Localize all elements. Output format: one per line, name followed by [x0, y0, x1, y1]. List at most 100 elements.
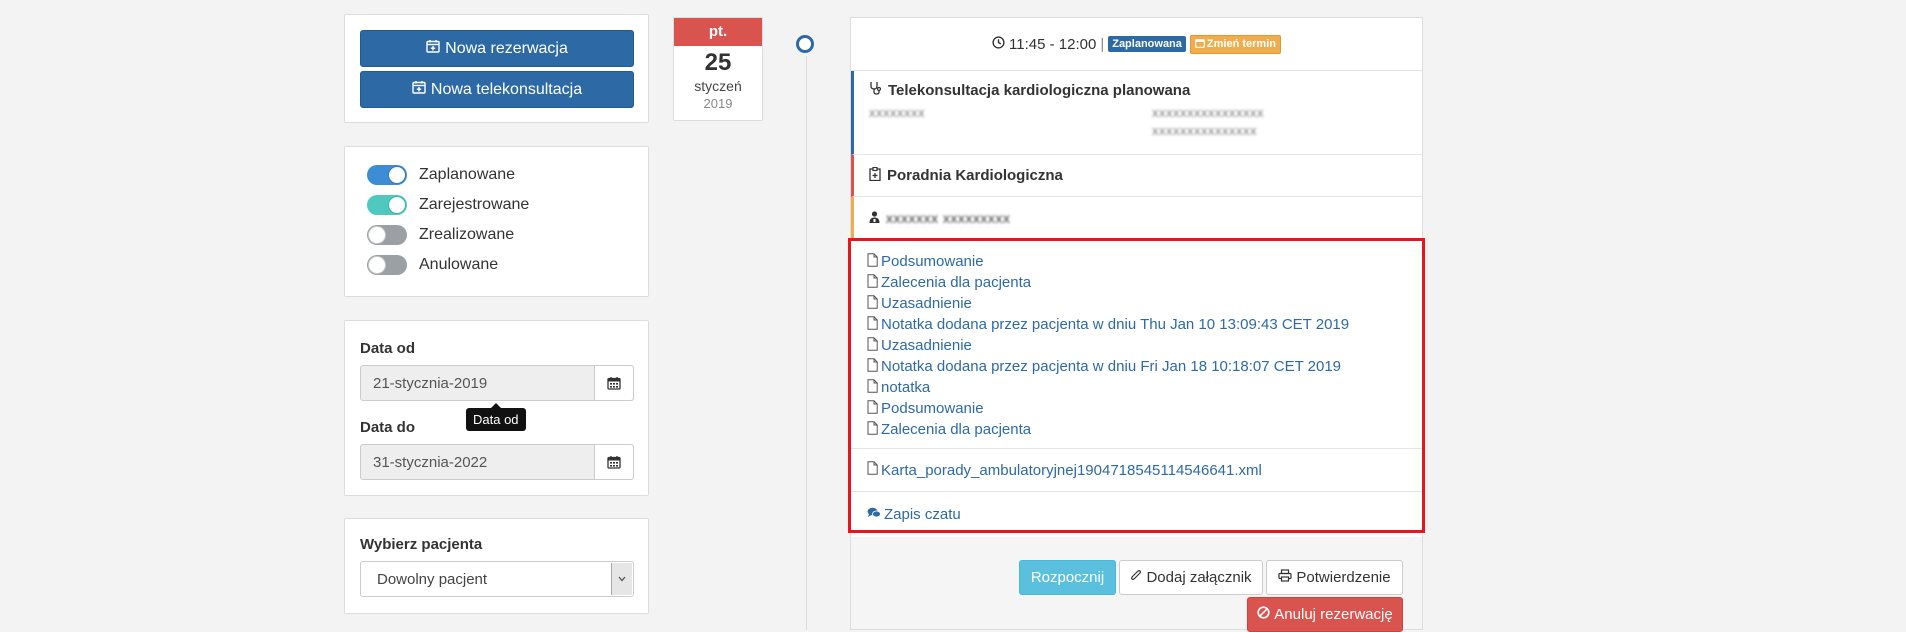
- document-link-label[interactable]: Podsumowanie: [881, 400, 984, 417]
- new-reservation-button[interactable]: Nowa rezerwacja: [360, 30, 634, 67]
- file-icon: [867, 399, 878, 418]
- status-filters-panel: Zaplanowane Zarejestrowane Zrealizowane …: [344, 146, 649, 297]
- filter-completed[interactable]: Zrealizowane: [367, 224, 514, 246]
- documents-section: Podsumowanie Zalecenia dla pacjenta Uzas…: [851, 240, 1422, 449]
- file-icon: [867, 461, 878, 479]
- document-link[interactable]: Podsumowanie: [867, 251, 1422, 272]
- file-icon: [867, 252, 878, 271]
- confirmation-label: Potwierdzenie: [1296, 569, 1391, 586]
- date-to-label: Data do: [360, 419, 416, 436]
- attachment-link[interactable]: Karta_porady_ambulatoryjnej1904718545114…: [867, 460, 1262, 481]
- document-link[interactable]: Zalecenia dla pacjenta: [867, 419, 1422, 440]
- document-link-label[interactable]: Podsumowanie: [881, 253, 984, 270]
- clinic-icon: [869, 166, 881, 185]
- file-icon: [867, 294, 878, 313]
- document-link-label[interactable]: Uzasadnienie: [881, 337, 972, 354]
- clinic-row: Poradnia Kardiologiczna: [869, 166, 1063, 185]
- event-title: Telekonsultacja kardiologiczna planowana: [888, 81, 1191, 99]
- patient-select[interactable]: Dowolny pacjent: [360, 561, 634, 597]
- ban-icon: [1257, 606, 1270, 623]
- patient-selected-value: Dowolny pacjent: [377, 570, 488, 588]
- new-teleconsultation-button[interactable]: Nowa telekonsultacja: [360, 71, 634, 108]
- patient-details-redacted-2: xxxxxxxxxxxxxxx: [1152, 123, 1257, 138]
- document-link-label[interactable]: Notatka dodana przez pacjenta w dniu Fri…: [881, 358, 1341, 375]
- time-separator: |: [1100, 35, 1105, 53]
- date-from-tooltip: Data od: [466, 403, 526, 431]
- event-time: 11:45 - 12:00: [1009, 35, 1097, 53]
- doctor-icon: [869, 210, 880, 227]
- cancel-reservation-button[interactable]: Anuluj rezerwację: [1247, 597, 1403, 632]
- patient-label: Wybierz pacjenta: [360, 536, 483, 553]
- event-type-section: Telekonsultacja kardiologiczna planowana…: [851, 71, 1422, 155]
- chat-log-link[interactable]: Zapis czatu: [867, 504, 961, 525]
- document-link-label[interactable]: Uzasadnienie: [881, 295, 972, 312]
- document-link[interactable]: Uzasadnienie: [867, 293, 1422, 314]
- add-attachment-button[interactable]: Dodaj załącznik: [1119, 560, 1263, 595]
- calendar-icon[interactable]: [594, 445, 633, 479]
- day-of-week: pt.: [674, 18, 762, 46]
- file-icon: [867, 378, 878, 397]
- date-from-value[interactable]: 21-stycznia-2019: [361, 366, 594, 400]
- event-title-row: Telekonsultacja kardiologiczna planowana: [869, 81, 1422, 99]
- paperclip-icon: [1130, 569, 1142, 586]
- calendar-icon[interactable]: [594, 366, 633, 400]
- start-label: Rozpocznij: [1030, 569, 1105, 586]
- chat-log-label[interactable]: Zapis czatu: [884, 506, 961, 523]
- document-link-label[interactable]: Zalecenia dla pacjenta: [881, 274, 1031, 291]
- filter-label: Zarejestrowane: [419, 196, 530, 213]
- attachment-section: Karta_porady_ambulatoryjnej1904718545114…: [851, 449, 1422, 492]
- document-link-label[interactable]: notatka: [881, 379, 930, 396]
- print-icon: [1278, 569, 1292, 586]
- day-number: 25: [704, 49, 732, 76]
- filter-cancelled[interactable]: Anulowane: [367, 254, 498, 276]
- calendar-plus-icon: [412, 80, 426, 99]
- cancel-reservation-label: Anuluj rezerwację: [1274, 606, 1393, 623]
- filter-label: Anulowane: [419, 256, 499, 273]
- filter-planned[interactable]: Zaplanowane: [367, 164, 515, 186]
- comments-icon: [867, 506, 881, 523]
- date-to-field[interactable]: 31-stycznia-2022: [360, 444, 634, 480]
- year: 2019: [703, 96, 733, 111]
- file-icon: [867, 357, 878, 376]
- day-calendar-tile: pt. 25 styczeń 2019: [673, 17, 763, 121]
- file-icon: [867, 273, 878, 292]
- patient-panel: Wybierz pacjenta Dowolny pacjent: [344, 518, 649, 614]
- document-link[interactable]: Uzasadnienie: [867, 335, 1422, 356]
- event-actions-footer: Rozpocznij Dodaj załącznik Potwierdzenie…: [851, 537, 1422, 632]
- patient-details-redacted-1: xxxxxxxxxxxxxxxx: [1152, 105, 1264, 120]
- patient-name-redacted: xxxxxxxx: [869, 105, 925, 120]
- filter-label: Zaplanowane: [419, 166, 516, 183]
- reschedule-button[interactable]: Zmień termin: [1189, 34, 1281, 54]
- add-attachment-label: Dodaj załącznik: [1146, 569, 1252, 586]
- clinic-section: Poradnia Kardiologiczna: [851, 155, 1422, 197]
- calendar-icon: [1195, 38, 1205, 51]
- chevron-down-icon[interactable]: [611, 563, 632, 595]
- document-link[interactable]: notatka: [867, 377, 1422, 398]
- document-link-label[interactable]: Zalecenia dla pacjenta: [881, 421, 1031, 438]
- file-icon: [867, 315, 878, 334]
- planned-toggle[interactable]: [367, 165, 407, 185]
- completed-toggle[interactable]: [367, 225, 407, 245]
- month-name: styczeń: [694, 78, 742, 94]
- cancelled-toggle[interactable]: [367, 255, 407, 275]
- date-from-field[interactable]: 21-stycznia-2019: [360, 365, 634, 401]
- start-button[interactable]: Rozpocznij: [1019, 560, 1116, 595]
- confirmation-button[interactable]: Potwierdzenie: [1266, 560, 1403, 595]
- timeline-dot: [796, 35, 814, 53]
- filter-registered[interactable]: Zarejestrowane: [367, 194, 529, 216]
- document-link[interactable]: Notatka dodana przez pacjenta w dniu Thu…: [867, 314, 1422, 335]
- filter-label: Zrealizowane: [419, 226, 515, 243]
- document-link[interactable]: Notatka dodana przez pacjenta w dniu Fri…: [867, 356, 1422, 377]
- file-icon: [867, 420, 878, 439]
- registered-toggle[interactable]: [367, 195, 407, 215]
- attachment-link-label[interactable]: Karta_porady_ambulatoryjnej1904718545114…: [881, 462, 1262, 479]
- event-card: 11:45 - 12:00 | Zaplanowana Zmień termin…: [850, 17, 1423, 632]
- document-link-label[interactable]: Notatka dodana przez pacjenta w dniu Thu…: [881, 316, 1349, 333]
- new-teleconsultation-label: Nowa telekonsultacja: [430, 80, 583, 98]
- document-link[interactable]: Podsumowanie: [867, 398, 1422, 419]
- clinic-name: Poradnia Kardiologiczna: [887, 167, 1063, 184]
- reschedule-label: Zmień termin: [1206, 38, 1276, 50]
- date-to-value[interactable]: 31-stycznia-2022: [361, 445, 594, 479]
- doctor-name-redacted: xxxxxxx xxxxxxxxx: [886, 210, 1011, 226]
- document-link[interactable]: Zalecenia dla pacjenta: [867, 272, 1422, 293]
